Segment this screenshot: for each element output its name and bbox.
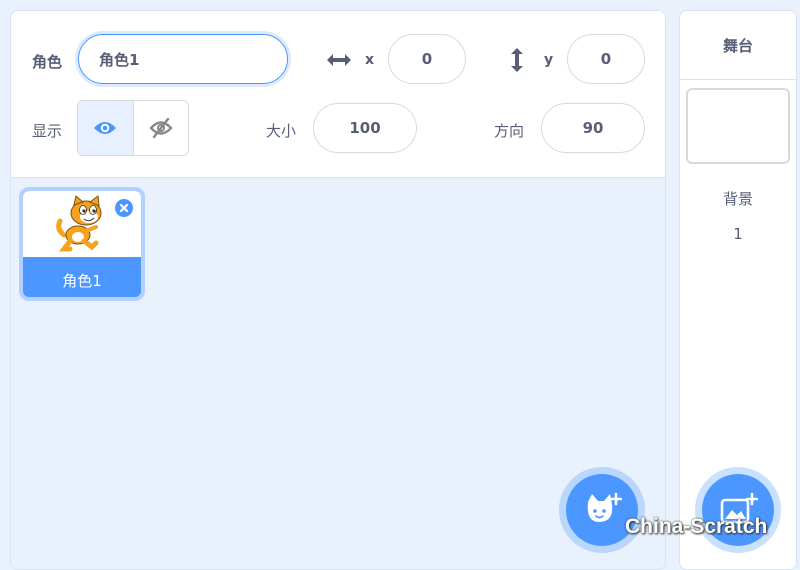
watermark-text: China-Scratch [625, 515, 768, 538]
y-label: y [544, 52, 554, 68]
show-label: 显示 [32, 122, 63, 140]
stage-thumbnail[interactable] [686, 88, 790, 164]
backdrop-count: 1 [733, 225, 743, 243]
scratch-cat-icon [56, 195, 102, 252]
stage-header: 舞台 [680, 11, 796, 80]
show-sprite-button[interactable] [78, 101, 133, 155]
sprite-name-label: 角色 [32, 53, 63, 71]
add-sprite-cat-icon [587, 492, 622, 522]
eye-icon [94, 122, 117, 134]
size-input[interactable]: 100 [313, 103, 417, 153]
delete-sprite-button[interactable] [113, 197, 135, 219]
direction-label: 方向 [494, 122, 525, 140]
size-label: 大小 [266, 122, 297, 140]
sprite-name-input[interactable]: 角色1 [78, 34, 288, 84]
visibility-toggle-group [77, 100, 189, 156]
close-icon [119, 203, 129, 213]
direction-input[interactable]: 90 [541, 103, 645, 153]
hide-sprite-button[interactable] [132, 101, 189, 155]
backdrop-label: 背景 [722, 190, 753, 208]
x-axis-arrows-icon [327, 54, 351, 66]
sprite-tile-label: 角色1 [62, 272, 102, 290]
y-input[interactable]: 0 [567, 34, 645, 84]
y-axis-arrows-icon [511, 48, 523, 72]
choose-backdrop-button[interactable] [695, 467, 781, 553]
x-input[interactable]: 0 [388, 34, 466, 84]
sprite-info-area: 角色 角色1 x 0 y 0 显示 大小 100 方向 90 [11, 11, 665, 178]
x-label: x [365, 52, 375, 68]
eye-slash-icon [149, 117, 173, 139]
choose-sprite-button[interactable] [559, 467, 645, 553]
